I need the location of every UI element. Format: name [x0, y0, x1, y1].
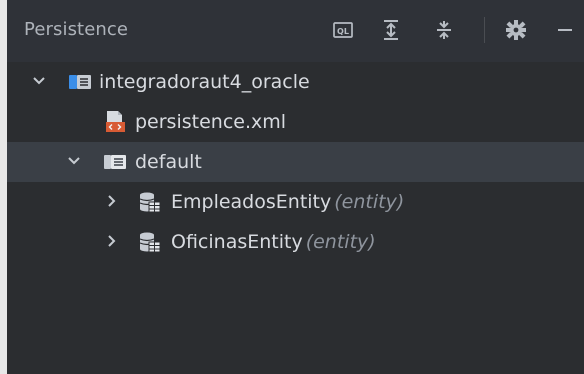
entity-label: OficinasEntity (entity) — [171, 230, 376, 254]
chevron-down-icon[interactable] — [65, 152, 83, 170]
persistence-unit-label: default — [135, 151, 202, 173]
xml-file-icon — [106, 111, 125, 132]
tree-row-entity[interactable]: OficinasEntity (entity) — [7, 222, 584, 262]
module-icon — [69, 75, 91, 89]
panel-title: Persistence — [24, 19, 129, 40]
expand-all-button[interactable] — [378, 17, 404, 43]
persistence-unit-icon — [104, 155, 126, 169]
chevron-right-icon[interactable] — [103, 232, 121, 250]
collapse-all-button[interactable] — [431, 17, 457, 43]
persistence-tool-window: Persistence QL integradoraut4_oracle per… — [7, 0, 584, 374]
tree-row-persistence-xml[interactable]: persistence.xml — [7, 102, 584, 142]
chevron-right-icon[interactable] — [103, 192, 121, 210]
entity-kind: (entity) — [334, 191, 405, 213]
entity-kind: (entity) — [305, 231, 376, 253]
minimize-button[interactable] — [552, 17, 578, 43]
collapse-all-icon — [437, 21, 451, 39]
tree-row-module[interactable]: integradoraut4_oracle — [7, 62, 584, 102]
ql-console-button[interactable]: QL — [330, 17, 356, 43]
toolbar-divider — [484, 17, 485, 43]
entity-name: OficinasEntity — [171, 231, 303, 253]
settings-button[interactable] — [503, 17, 529, 43]
tree-row-persistence-unit[interactable]: default — [7, 142, 584, 182]
entity-icon — [139, 232, 161, 253]
module-label: integradoraut4_oracle — [99, 71, 310, 93]
persistence-tree: integradoraut4_oracle persistence.xml de… — [7, 62, 584, 374]
tool-window-header: Persistence QL — [7, 0, 584, 62]
entity-icon — [139, 192, 161, 213]
persistence-xml-label: persistence.xml — [135, 111, 287, 133]
entity-label: EmpleadosEntity (entity) — [171, 190, 404, 214]
expand-all-icon — [384, 20, 398, 40]
chevron-down-icon[interactable] — [30, 72, 48, 90]
ql-console-icon: QL — [333, 22, 353, 38]
minimize-icon — [558, 29, 572, 31]
entity-name: EmpleadosEntity — [171, 191, 332, 213]
gear-icon — [506, 20, 526, 40]
svg-text:QL: QL — [337, 27, 349, 36]
tree-row-entity[interactable]: EmpleadosEntity (entity) — [7, 182, 584, 222]
